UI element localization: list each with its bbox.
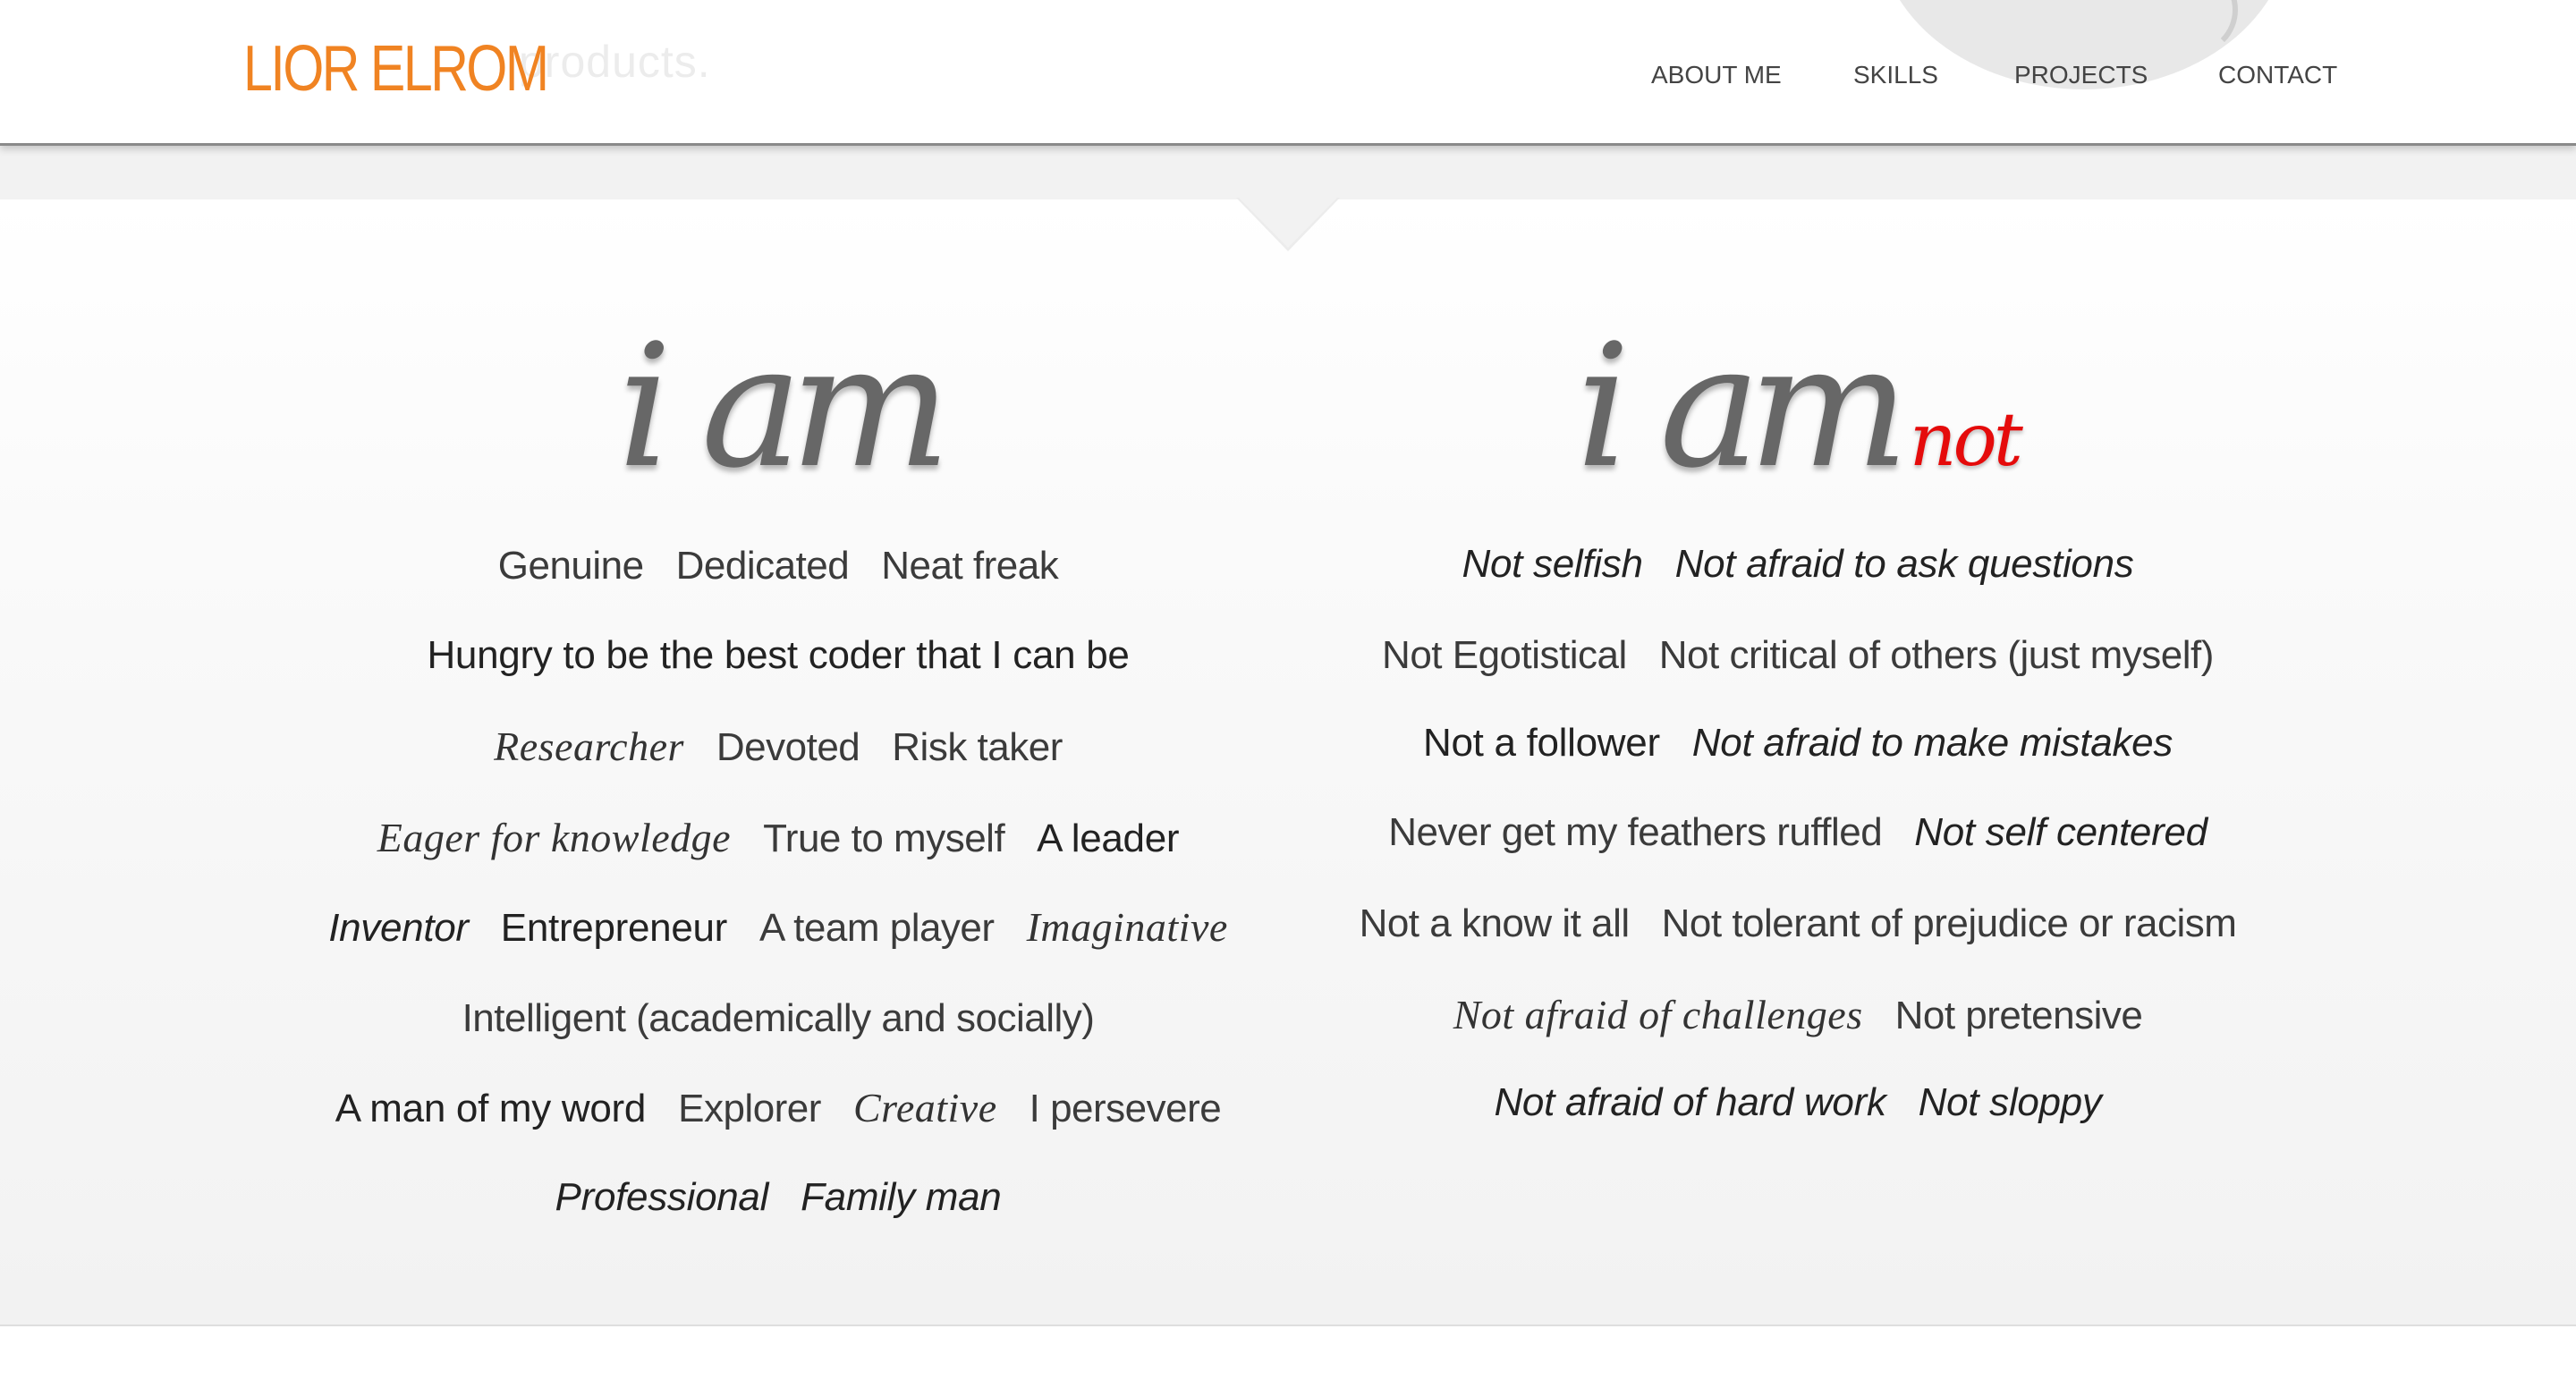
- i-am-trait: A leader: [1037, 817, 1180, 860]
- i-am-trait: A team player: [759, 906, 995, 950]
- i-am-trait: Entrepreneur: [500, 906, 728, 950]
- header-ghost-text: products.: [519, 37, 711, 87]
- i-am-trait: A man of my word: [335, 1087, 647, 1130]
- i-am-not-trait: Not afraid of hard work: [1494, 1080, 1886, 1124]
- nav-about-me[interactable]: ABOUT ME: [1651, 61, 1782, 89]
- i-am-not-trait: Not pretensive: [1894, 994, 2143, 1037]
- i-am-not-trait: Not Egotistical: [1382, 633, 1627, 677]
- i-am-not-row: Not afraid of challenges Not pretensive: [1297, 988, 2299, 1042]
- section-notch-inner: [1239, 198, 1337, 248]
- i-am-trait: Dedicated: [675, 544, 850, 588]
- i-am-not-trait: Not sloppy: [1918, 1080, 2102, 1124]
- i-am-trait: True to myself: [763, 817, 1005, 860]
- i-am-trait: Neat freak: [881, 544, 1059, 588]
- nav-projects[interactable]: PROJECTS: [2014, 61, 2148, 89]
- i-am-trait: Inventor: [328, 906, 469, 950]
- i-am-trait: Family man: [801, 1175, 1002, 1219]
- i-am-not-row: Not afraid of hard work Not sloppy: [1297, 1076, 2299, 1130]
- i-am-row: Researcher Devoted Risk taker: [268, 720, 1288, 774]
- nav-contact[interactable]: CONTACT: [2218, 61, 2337, 89]
- i-am-trait: Professional: [555, 1175, 769, 1219]
- i-am-not-row: Not selfish Not afraid to ask questions: [1297, 537, 2299, 591]
- not-suffix: not: [1909, 398, 2023, 483]
- i-am-not-trait: Not self centered: [1914, 810, 2207, 854]
- i-am-row: Hungry to be the best coder that I can b…: [268, 629, 1288, 682]
- i-am-row: Intelligent (academically and socially): [268, 992, 1288, 1045]
- i-am-trait: Explorer: [678, 1087, 821, 1130]
- i-am-not-row: Not a follower Not afraid to make mistake…: [1297, 716, 2299, 770]
- header-band: [0, 146, 2576, 201]
- nav-skills[interactable]: SKILLS: [1853, 61, 1938, 89]
- i-am-not-heading: i am not: [1297, 317, 2299, 496]
- i-am-trait: Researcher: [494, 724, 684, 769]
- i-am-heading: i am: [268, 317, 1288, 496]
- i-am-not-row: Never get my feathers ruffled Not self ce…: [1297, 806, 2299, 859]
- i-am-row: Professional Family man: [268, 1171, 1288, 1224]
- i-am-not-trait: Not critical of others (just myself): [1658, 633, 2215, 677]
- i-am-not-row: Not a know it all Not tolerant of prejudi…: [1297, 897, 2299, 951]
- i-am-not-trait: Not a know it all: [1359, 901, 1631, 945]
- i-am-not-trait: Not tolerant of prejudice or racism: [1661, 901, 2237, 945]
- i-am-trait: Intelligent (academically and socially): [462, 996, 1095, 1040]
- i-am-not-trait: Not afraid to make mistakes: [1691, 721, 2174, 765]
- i-am-not-trait: Not afraid to ask questions: [1674, 542, 2134, 586]
- i-am-not-trait: Never get my feathers ruffled: [1388, 810, 1883, 854]
- i-am-trait: Devoted: [716, 725, 860, 769]
- i-am-not-trait: Not a follower: [1422, 721, 1660, 765]
- i-am-trait: Imaginative: [1026, 904, 1228, 950]
- i-am-trait: Eager for knowledge: [377, 815, 732, 860]
- i-am-not-heading-text: i am: [1576, 308, 1910, 505]
- i-am-row: Inventor Entrepreneur A team player Imagina…: [268, 901, 1288, 954]
- i-am-trait: Genuine: [497, 544, 644, 588]
- i-am-row: Genuine Dedicated Neat freak: [268, 539, 1288, 593]
- i-am-trait: Creative: [852, 1085, 997, 1130]
- i-am-not-trait: Not selfish: [1462, 542, 1643, 586]
- site-logo[interactable]: LIOR ELROM: [243, 32, 549, 106]
- site-header: products. LIOR ELROM ABOUT ME SKILLS PRO…: [0, 0, 2576, 146]
- i-am-trait: Hungry to be the best coder that I can b…: [427, 633, 1130, 677]
- i-am-not-trait: Not afraid of challenges: [1453, 992, 1863, 1037]
- i-am-trait: Risk taker: [892, 725, 1063, 769]
- i-am-row: Eager for knowledge True to myself A leade…: [268, 811, 1288, 865]
- i-am-row: A man of my word Explorer Creative I persev…: [268, 1081, 1288, 1135]
- i-am-heading-text: i am: [617, 308, 952, 505]
- i-am-not-row: Not Egotistical Not critical of others (j…: [1297, 629, 2299, 682]
- i-am-trait: I persevere: [1029, 1087, 1222, 1130]
- about-section: i am Genuine Dedicated Neat freak Hungry to…: [0, 199, 2576, 1326]
